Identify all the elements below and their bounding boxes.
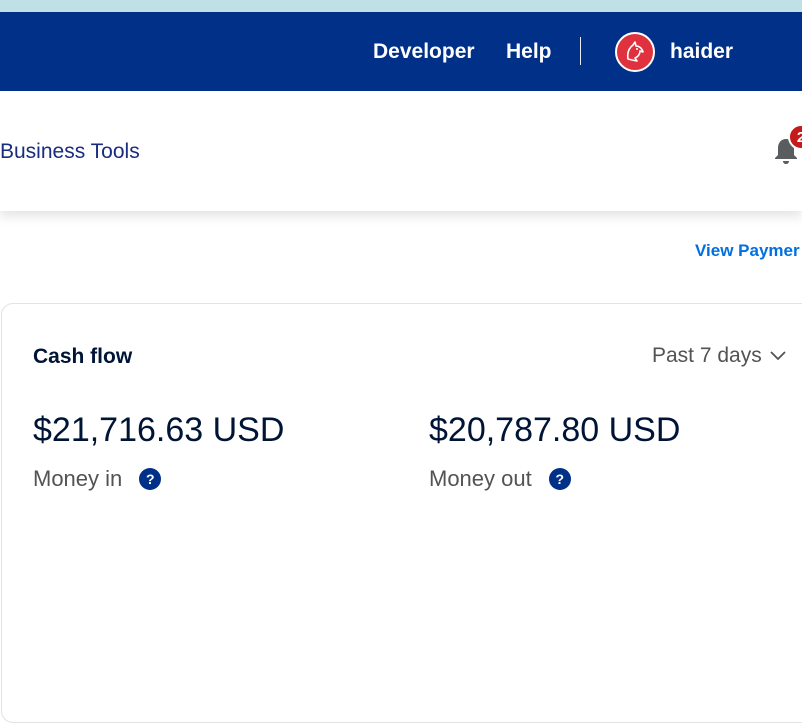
nav-divider	[580, 37, 581, 65]
money-in-label-row: Money in ?	[33, 466, 162, 492]
help-link[interactable]: Help	[506, 40, 552, 64]
username-label[interactable]: haider	[670, 40, 733, 64]
chevron-down-icon	[770, 351, 786, 361]
browser-top-strip	[0, 0, 802, 12]
cash-flow-card: Cash flow Past 7 days $21,716.63 USD $20…	[1, 303, 802, 723]
user-avatar[interactable]	[615, 32, 655, 72]
money-in-help-icon[interactable]: ?	[139, 468, 162, 490]
sub-header: Business Tools 2	[0, 91, 802, 211]
top-navbar: Developer Help haider	[0, 12, 802, 91]
developer-link[interactable]: Developer	[373, 40, 475, 64]
view-payments-link[interactable]: View Paymer	[695, 241, 800, 261]
money-out-help-icon[interactable]: ?	[548, 468, 571, 490]
card-title: Cash flow	[33, 345, 133, 368]
period-selected-value: Past 7 days	[652, 344, 762, 367]
money-out-amount: $20,787.80 USD	[429, 411, 681, 449]
period-dropdown[interactable]: Past 7 days	[652, 344, 786, 368]
business-tools-link[interactable]: Business Tools	[0, 140, 140, 164]
money-in-label: Money in	[33, 466, 123, 491]
money-out-label-row: Money out ?	[429, 466, 571, 492]
fox-avatar-icon	[626, 41, 644, 62]
money-out-label: Money out	[429, 466, 532, 491]
money-in-amount: $21,716.63 USD	[33, 411, 285, 449]
